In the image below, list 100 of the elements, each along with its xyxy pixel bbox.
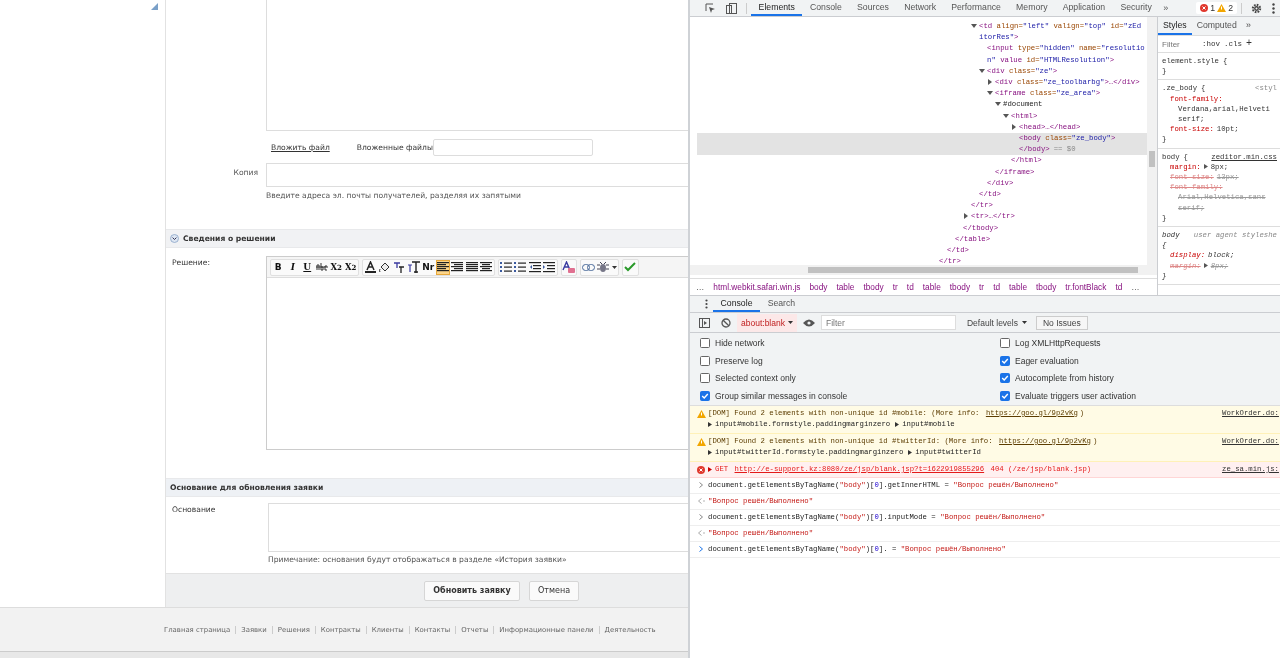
bullets-button[interactable]: [498, 259, 513, 275]
collapsed-arrow-icon[interactable]: [708, 449, 712, 455]
breadcrumb[interactable]: td: [1115, 282, 1123, 292]
collapsed-arrow-icon[interactable]: [908, 449, 913, 455]
checkbox[interactable]: [700, 390, 710, 401]
expand-arrow-icon[interactable]: [1203, 164, 1208, 170]
breadcrumb[interactable]: …: [696, 282, 705, 292]
panel-tab[interactable]: Console: [802, 0, 850, 16]
strikethrough-icon: [315, 262, 328, 272]
checkbox[interactable]: [1000, 390, 1010, 401]
underline-button[interactable]: U: [300, 259, 315, 275]
panel-tab[interactable]: Application: [1055, 0, 1113, 16]
outdent-button[interactable]: [527, 259, 542, 275]
collapsed-arrow-icon[interactable]: [1011, 123, 1017, 130]
breadcrumb[interactable]: table: [1009, 282, 1028, 292]
panel-tab[interactable]: Elements: [751, 0, 803, 16]
expanded-arrow-icon[interactable]: [1003, 112, 1009, 119]
more-options-icon[interactable]: [1272, 2, 1275, 14]
expand-arrow-icon[interactable]: [1203, 263, 1208, 269]
collapsed-arrow-icon[interactable]: [963, 213, 969, 220]
settings-icon[interactable]: [1251, 2, 1262, 14]
panel-tab[interactable]: Security: [1112, 0, 1160, 16]
size-button[interactable]: [406, 259, 421, 275]
breadcrumb[interactable]: td: [906, 282, 914, 292]
drawer-tab[interactable]: Search: [760, 296, 803, 312]
align-right-icon: [451, 262, 464, 272]
context-selector[interactable]: about:blank: [737, 313, 797, 332]
checkbox[interactable]: [1000, 337, 1010, 348]
chevron-right-icon: [699, 513, 703, 520]
collapsed-arrow-icon[interactable]: [708, 421, 712, 427]
breadcrumb[interactable]: tbody: [863, 282, 884, 292]
issue-counter[interactable]: 1 2: [1196, 2, 1237, 14]
eye-icon[interactable]: [802, 318, 815, 327]
attachments-field[interactable]: [432, 138, 593, 156]
clear-button[interactable]: [561, 259, 576, 275]
align-left-button[interactable]: [435, 259, 450, 275]
breadcrumb[interactable]: table: [922, 282, 941, 292]
setting-label: Selected context only: [715, 373, 796, 384]
expanded-arrow-icon[interactable]: [979, 67, 985, 74]
italic-button[interactable]: I: [285, 259, 300, 275]
outdent-icon: [528, 261, 541, 273]
update-button[interactable]: Обновить заявку: [424, 580, 520, 601]
breadcrumb[interactable]: td: [993, 282, 1001, 292]
new-rule-button[interactable]: +: [1246, 38, 1253, 50]
panel-tab[interactable]: Memory: [1008, 0, 1056, 16]
indent-button[interactable]: [542, 259, 557, 275]
breadcrumb[interactable]: tbody: [1036, 282, 1057, 292]
issues-button[interactable]: No Issues: [1036, 315, 1088, 330]
font-button[interactable]: [392, 259, 407, 275]
panel-tab[interactable]: Sources: [849, 0, 897, 16]
indent-icon: [543, 261, 556, 273]
breadcrumb[interactable]: …: [1131, 282, 1140, 292]
expanded-arrow-icon[interactable]: [995, 101, 1001, 108]
checkbox[interactable]: [700, 355, 710, 366]
paint-bucket-icon: [379, 261, 391, 273]
font-color-icon: [364, 261, 376, 273]
font-color-button[interactable]: [363, 259, 378, 275]
bold-button[interactable]: Nr: [421, 259, 436, 275]
collapsed-arrow-icon[interactable]: [987, 79, 993, 85]
breadcrumb[interactable]: tbody: [949, 282, 971, 292]
breadcrumb[interactable]: tr: [892, 282, 898, 292]
breadcrumb[interactable]: tr.fontBlack: [1065, 282, 1107, 292]
result-arrow-icon: [697, 497, 705, 504]
inspect-icon[interactable]: [705, 2, 716, 14]
prompt-icon: [699, 545, 703, 552]
breadcrumb[interactable]: body: [809, 282, 828, 292]
setting-label: Preserve log: [715, 355, 763, 366]
log-levels-dropdown[interactable]: Default levels: [960, 316, 1033, 329]
breadcrumb[interactable]: tr: [979, 282, 985, 292]
checkbox[interactable]: [700, 337, 710, 348]
checkbox[interactable]: [700, 373, 710, 384]
scrollbar[interactable]: [690, 265, 1157, 275]
more-tabs-button[interactable]: »: [1241, 20, 1256, 32]
caret-icon: [611, 265, 617, 269]
styles-tab[interactable]: Styles: [1158, 17, 1192, 35]
expanded-arrow-icon[interactable]: [971, 23, 977, 29]
clear-console-icon[interactable]: [721, 317, 731, 328]
more-tabs-button[interactable]: »: [1159, 3, 1173, 13]
scrollbar[interactable]: [1147, 17, 1157, 265]
breadcrumb[interactable]: html.webkit.safari.win.js: [713, 282, 801, 292]
console-filter-field[interactable]: Filter: [820, 315, 956, 330]
setting-label: Evaluate triggers user activation: [1015, 390, 1136, 401]
cancel-button[interactable]: Отмена: [529, 580, 580, 601]
device-icon[interactable]: [726, 2, 737, 14]
panel-tab[interactable]: Network: [896, 0, 944, 16]
more-options-icon[interactable]: [705, 299, 708, 309]
expanded-arrow-icon[interactable]: [987, 90, 993, 97]
panel-tab[interactable]: Performance: [943, 0, 1009, 16]
sidebar-icon[interactable]: [699, 317, 710, 328]
bold-button[interactable]: B: [271, 259, 286, 275]
copy-field[interactable]: [266, 163, 688, 187]
styles-tab[interactable]: Computed: [1191, 17, 1242, 35]
breadcrumb[interactable]: table: [836, 282, 855, 292]
numbers-button[interactable]: [513, 259, 528, 275]
collapsed-arrow-icon[interactable]: [708, 466, 712, 472]
checkbox[interactable]: [1000, 373, 1010, 384]
collapsed-arrow-icon[interactable]: [895, 421, 900, 427]
setting-label: Eager evaluation: [1015, 355, 1079, 366]
checkbox[interactable]: [1000, 355, 1010, 366]
chevron-down-icon[interactable]: [170, 234, 179, 243]
